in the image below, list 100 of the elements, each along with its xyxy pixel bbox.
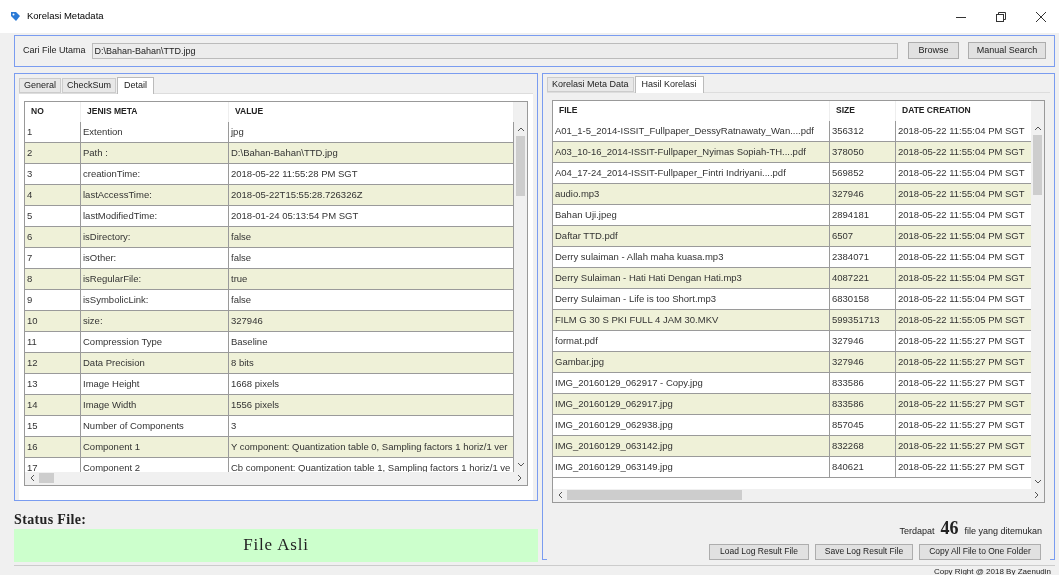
table-cell: audio.mp3	[553, 183, 830, 204]
table-cell: 2894181	[830, 204, 896, 225]
table-cell: 14	[25, 394, 81, 415]
table-cell: 833586	[830, 393, 896, 414]
table-cell: 327946	[830, 351, 896, 372]
table-cell: 5	[25, 205, 81, 226]
table-cell: isSymbolicLink:	[81, 289, 229, 310]
column-header[interactable]: NO	[25, 101, 81, 122]
scroll-thumb[interactable]	[516, 135, 525, 196]
tab[interactable]: CheckSum	[62, 77, 117, 93]
restore-icon[interactable]	[996, 11, 1006, 22]
scroll-thumb[interactable]	[39, 473, 54, 484]
scroll-up-icon[interactable]	[1033, 124, 1042, 131]
table-cell: 16	[25, 436, 81, 457]
table-cell: 2384071	[830, 246, 896, 267]
table-cell: lastModifiedTime:	[81, 205, 229, 226]
table-cell: isOther:	[81, 247, 229, 268]
table-cell: Path :	[81, 142, 229, 163]
table-cell: Image Width	[81, 394, 229, 415]
scroll-left-icon[interactable]	[557, 491, 563, 500]
table-cell: 3	[25, 163, 81, 184]
copyright-text: Copy Right @ 2018 By Zaenudin	[933, 566, 1051, 575]
column-header[interactable]: JENIS META	[81, 101, 229, 122]
field-label: Cari File Utama	[23, 44, 86, 58]
table-cell: format.pdf	[553, 330, 830, 351]
browse-button[interactable]: Browse	[908, 42, 959, 60]
vertical-scrollbar[interactable]	[1031, 100, 1044, 489]
scroll-down-icon[interactable]	[1033, 478, 1042, 485]
table-cell: 13	[25, 373, 81, 394]
table-cell: 599351713	[830, 309, 896, 330]
scroll-right-icon[interactable]	[1034, 491, 1040, 500]
table-cell: Gambar.jpg	[553, 351, 830, 372]
column-header[interactable]: FILE	[553, 100, 830, 121]
status-label: Status File:	[14, 510, 88, 529]
table-cell: 4	[25, 184, 81, 205]
manual-search-button[interactable]: Manual Search	[968, 42, 1046, 60]
table-cell: 840621	[830, 456, 896, 477]
table-cell: isRegularFile:	[81, 268, 229, 289]
table-cell: Bahan Uji.jpeg	[553, 204, 830, 225]
scroll-down-icon[interactable]	[516, 461, 525, 468]
table-cell: Extention	[81, 121, 229, 142]
table-cell: 6507	[830, 225, 896, 246]
column-header[interactable]: SIZE	[830, 100, 896, 121]
table-cell: size:	[81, 310, 229, 331]
table-cell: Daftar TTD.pdf	[553, 225, 830, 246]
file-path-field[interactable]: D:\Bahan-Bahan\TTD.jpg	[91, 42, 898, 59]
table-cell: 11	[25, 331, 81, 352]
vertical-scrollbar[interactable]	[514, 101, 527, 472]
action-button[interactable]: Copy All File to One Folder	[919, 543, 1041, 560]
table-cell: 569852	[830, 162, 896, 183]
table-cell: 1	[25, 121, 81, 142]
table-cell: 15	[25, 415, 81, 436]
table-cell: isDirectory:	[81, 226, 229, 247]
scroll-right-icon[interactable]	[517, 474, 523, 483]
close-icon[interactable]	[1036, 11, 1046, 22]
status-value: File Asli	[14, 528, 538, 562]
table-cell: Derry sulaiman - Allah maha kuasa.mp3	[553, 246, 830, 267]
tab[interactable]: Detail	[117, 76, 155, 94]
table-cell: IMG_20160129_062917 - Copy.jpg	[553, 372, 830, 393]
table-cell: 7	[25, 247, 81, 268]
table-cell: 378050	[830, 141, 896, 162]
tab[interactable]: Korelasi Meta Data	[547, 76, 634, 92]
table-cell: 833586	[830, 372, 896, 393]
table-cell: Component 1	[81, 436, 229, 457]
table-cell: 832268	[830, 435, 896, 456]
tag-icon	[10, 11, 21, 22]
tab[interactable]: Hasil Korelasi	[634, 75, 704, 93]
action-button[interactable]: Save Log Result File	[815, 543, 913, 560]
action-button[interactable]: Load Log Result File	[709, 543, 809, 560]
tab[interactable]: General	[19, 77, 62, 93]
table-cell: 8	[25, 268, 81, 289]
scroll-up-icon[interactable]	[516, 125, 525, 132]
table-cell: Image Height	[81, 373, 229, 394]
table-cell: 327946	[830, 330, 896, 351]
scroll-thumb[interactable]	[567, 490, 742, 501]
table-cell: A01_1-5_2014-ISSIT_Fullpaper_DessyRatnawaty_Wan....pdf	[553, 120, 830, 141]
table-cell: Number of Components	[81, 415, 229, 436]
scroll-thumb[interactable]	[1033, 134, 1042, 195]
table-cell: 12	[25, 352, 81, 373]
table-cell: A04_17-24_2014-ISSIT-Fullpaper_Fintri Indriyani....pdf	[553, 162, 830, 183]
table-cell: A03_10-16_2014-ISSIT-Fullpaper_Nyimas Sopiah-TH....pdf	[553, 141, 830, 162]
window-title: Korelasi Metadata	[27, 9, 104, 24]
table-cell: 327946	[830, 183, 896, 204]
table-cell: 9	[25, 289, 81, 310]
table-cell: IMG_20160129_063149.jpg	[553, 456, 830, 477]
table-cell: 10	[25, 310, 81, 331]
table-cell: IMG_20160129_063142.jpg	[553, 435, 830, 456]
table-cell: IMG_20160129_062917.jpg	[553, 393, 830, 414]
file-count: 46	[940, 516, 959, 540]
table-cell: Compression Type	[81, 331, 229, 352]
table-cell: Derry Sulaiman - Hati Hati Dengan Hati.mp3	[553, 267, 830, 288]
table-cell: lastAccessTime:	[81, 184, 229, 205]
scroll-left-icon[interactable]	[29, 474, 35, 483]
table-cell: Data Precision	[81, 352, 229, 373]
count-suffix: file yang ditemukan	[964, 524, 1042, 538]
table-cell: 6	[25, 226, 81, 247]
horizontal-scrollbar[interactable]	[553, 488, 1044, 502]
table-cell: IMG_20160129_062938.jpg	[553, 414, 830, 435]
table-cell: 6830158	[830, 288, 896, 309]
table-cell: 2	[25, 142, 81, 163]
